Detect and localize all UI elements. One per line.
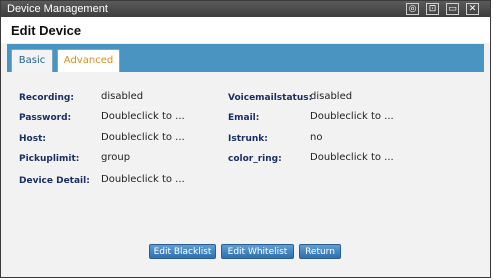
settings-icon[interactable]: ◎: [406, 3, 419, 15]
istrunk-label: Istrunk:: [228, 134, 268, 144]
host-value[interactable]: Doubleclick to ...: [101, 132, 185, 143]
close-icon[interactable]: ✕: [466, 3, 479, 15]
email-label: Email:: [228, 113, 260, 123]
window-title: Device Management: [7, 3, 108, 15]
password-value[interactable]: Doubleclick to ...: [101, 111, 185, 122]
password-label: Password:: [19, 113, 72, 123]
return-button[interactable]: Return: [299, 244, 341, 259]
istrunk-value[interactable]: no: [310, 132, 322, 143]
device-detail-label: Device Detail:: [19, 176, 90, 186]
edit-whitelist-button[interactable]: Edit Whitelist: [221, 244, 294, 259]
pickuplimit-label: Pickuplimit:: [19, 154, 80, 164]
recording-label: Recording:: [19, 93, 74, 103]
device-management-window: Device Management ◎ ⊡ ▭ ✕ Edit Device Ba…: [0, 0, 491, 278]
maximize-icon[interactable]: ⊡: [426, 3, 439, 15]
header: Edit Device: [1, 17, 490, 43]
color-ring-value[interactable]: Doubleclick to ...: [310, 152, 394, 163]
title-bar[interactable]: Device Management ◎ ⊡ ▭ ✕: [1, 1, 490, 17]
pickuplimit-value[interactable]: group: [101, 152, 130, 163]
voicemailstatus-value[interactable]: disabled: [310, 91, 352, 102]
recording-value[interactable]: disabled: [101, 91, 143, 102]
tab-bar: Basic Advanced: [7, 44, 484, 72]
host-label: Host:: [19, 134, 46, 144]
tab-basic[interactable]: Basic: [11, 49, 53, 72]
page-title: Edit Device: [11, 23, 82, 38]
restore-icon[interactable]: ▭: [446, 3, 459, 15]
email-value[interactable]: Doubleclick to ...: [310, 111, 394, 122]
voicemailstatus-label: Voicemailstatus:: [228, 93, 313, 103]
color-ring-label: color_ring:: [228, 154, 282, 164]
tab-advanced[interactable]: Advanced: [57, 49, 120, 72]
edit-blacklist-button[interactable]: Edit Blacklist: [149, 244, 216, 259]
device-detail-value[interactable]: Doubleclick to ...: [101, 174, 185, 185]
